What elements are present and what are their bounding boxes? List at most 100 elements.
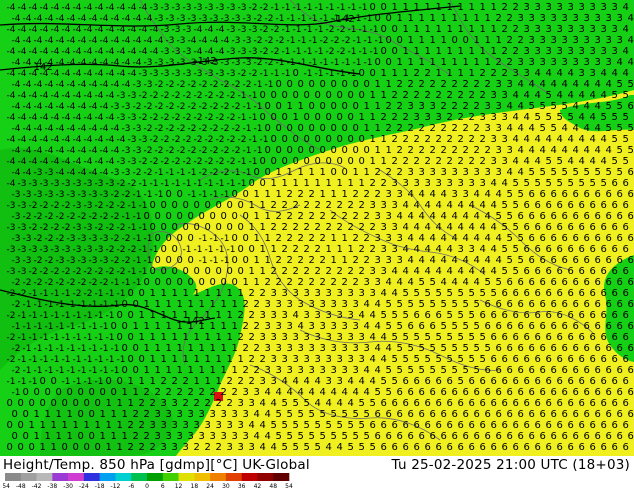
grid-value: -2 [78,278,87,288]
grid-value: 2 [210,387,216,398]
grid-value: -2 [144,124,153,134]
grid-value: -4 [62,157,71,167]
grid-value: 1 [254,233,260,244]
grid-value: 6 [529,189,535,200]
grid-value: 1 [469,68,475,79]
grid-value: 1 [188,343,194,354]
grid-value: -4 [78,146,87,156]
grid-value: 6 [535,288,541,299]
grid-value: -2 [183,157,192,167]
grid-value: 0 [117,332,123,343]
grid-value: 1 [331,233,337,244]
grid-value: -1 [100,322,109,332]
grid-value: -1 [18,377,27,387]
grid-value: 6 [617,387,623,398]
grid-value: 4 [447,244,453,255]
grid-value: -4 [51,135,60,145]
grid-value: -2 [139,157,148,167]
grid-value: 3 [309,299,315,310]
grid-value: 0 [392,46,398,57]
grid-value: -2 [29,267,38,277]
grid-value: -2 [166,80,175,90]
grid-value: 2 [287,189,293,200]
grid-value: 5 [469,354,475,365]
grid-value: 6 [535,200,541,211]
grid-value: -4 [89,36,98,46]
grid-value: -2 [161,157,170,167]
grid-value: -3 [243,58,252,68]
grid-value: -4 [45,124,54,134]
grid-value: -2 [139,113,148,123]
grid-value: -1 [89,322,98,332]
grid-value: -4 [106,157,115,167]
grid-value: -2 [73,267,82,277]
grid-value: 5 [392,354,398,365]
grid-value: 1 [392,2,398,13]
legend-swatch [36,473,53,481]
grid-value: 0 [397,35,403,46]
grid-value: -3 [84,245,93,255]
grid-value: -4 [117,3,126,13]
legend-swatch [20,473,37,481]
grid-value: 1 [293,112,299,123]
grid-value: 6 [562,211,568,222]
grid-value: 2 [249,288,255,299]
grid-value: 1 [232,343,238,354]
grid-value: 6 [381,442,387,453]
grid-value: 6 [628,365,634,376]
grid-value: -2 [29,201,38,211]
grid-value: 2 [480,90,486,101]
grid-value: -2 [326,47,335,57]
grid-value: 6 [441,409,447,420]
grid-value: 2 [315,266,321,277]
grid-value: 5 [392,332,398,343]
grid-value: 1 [370,156,376,167]
grid-value: -4 [23,146,32,156]
grid-value: 4 [260,420,266,431]
grid-value: -4 [194,25,203,35]
grid-value: -2 [51,201,60,211]
grid-value: 6 [551,343,557,354]
grid-value: 6 [612,266,618,277]
grid-value: 0 [188,211,194,222]
grid-value: -4 [122,14,131,24]
grid-value: 6 [408,321,414,332]
grid-value: 3 [353,365,359,376]
grid-value: 0 [84,442,90,453]
grid-value: -4 [45,102,54,112]
grid-value: 1 [364,101,370,112]
grid-value: -2 [29,223,38,233]
grid-value: -2 [18,289,27,299]
grid-value: 6 [601,420,607,431]
grid-value: 4 [375,365,381,376]
grid-value: 3 [397,255,403,266]
grid-value: 6 [518,387,524,398]
grid-value: -2 [100,278,109,288]
grid-value: 0 [293,90,299,101]
grid-value: 2 [403,134,409,145]
grid-value: -2 [205,135,214,145]
grid-value: 6 [447,376,453,387]
grid-value: 5 [568,112,574,123]
land-label: -142 [30,62,53,73]
grid-value: 0 [166,211,172,222]
grid-value: 0 [282,134,288,145]
grid-value: -2 [23,278,32,288]
grid-value: 6 [535,354,541,365]
grid-value: 1 [469,46,475,57]
grid-value: 3 [590,46,596,57]
grid-value: 3 [161,398,167,409]
grid-value: 0 [89,387,95,398]
grid-value: 6 [436,420,442,431]
grid-value: 0 [375,57,381,68]
grid-value: 6 [529,255,535,266]
legend-swatch [5,473,22,481]
grid-value: 1 [469,24,475,35]
grid-value: 1 [458,24,464,35]
grid-value: 2 [441,79,447,90]
grid-value: -4 [18,25,27,35]
grid-value: -3 [177,36,186,46]
grid-value: 5 [513,244,519,255]
grid-value: 1 [188,365,194,376]
grid-value: 1 [452,57,458,68]
